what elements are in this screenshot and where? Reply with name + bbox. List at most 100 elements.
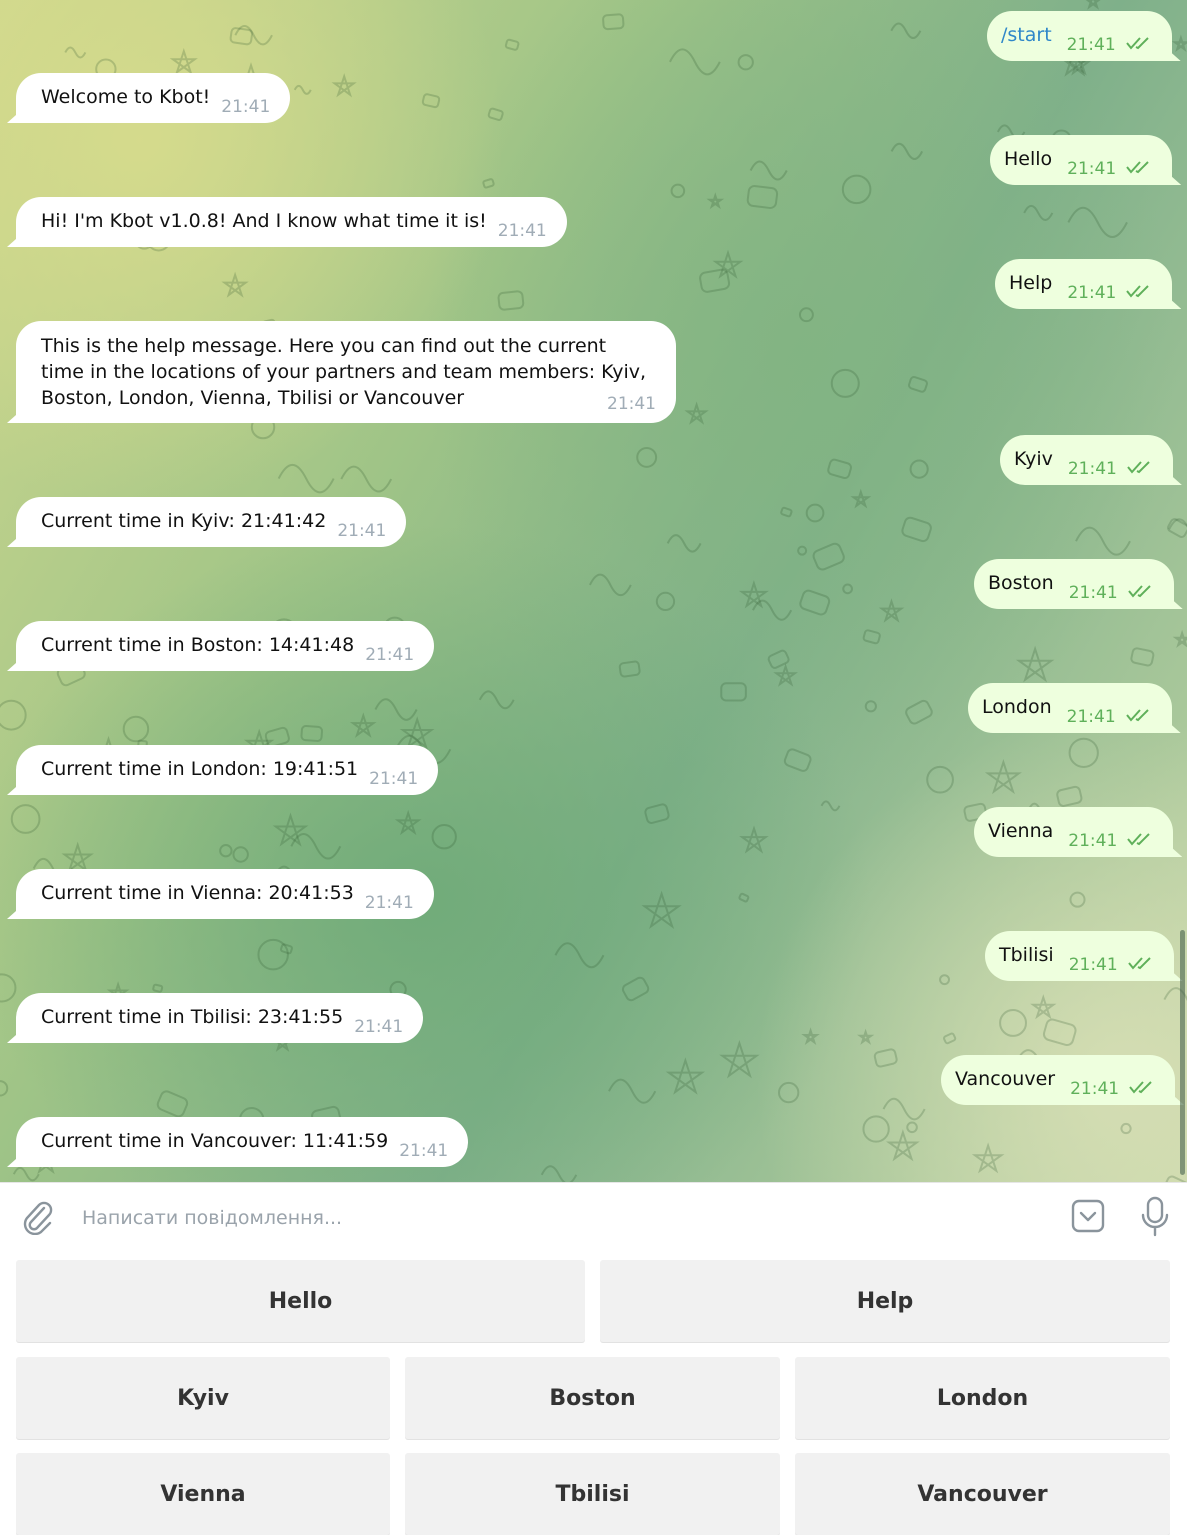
wallpaper-doodle [670, 183, 686, 199]
incoming-message[interactable]: Current time in London: 19:41:51 21:41 [16, 745, 439, 795]
wallpaper-doodle [873, 1048, 898, 1068]
wallpaper-doodle [857, 1028, 875, 1045]
double-check-icon [1129, 1081, 1152, 1094]
message-text: Hi! I'm Kbot v1.0.8! And I know what tim… [41, 210, 487, 232]
message-time: 21:41 [497, 221, 547, 241]
wallpaper-doodle [738, 892, 750, 903]
wallpaper-doodle [830, 368, 860, 398]
wallpaper-doodle [906, 1121, 918, 1134]
wallpaper-doodle [926, 765, 954, 794]
outgoing-message[interactable]: Help 21:41 [995, 259, 1173, 309]
outgoing-message[interactable]: Boston 21:41 [974, 559, 1174, 609]
keyboard-button-tbilisi[interactable]: Tbilisi [405, 1453, 780, 1535]
message-text: Current time in Vienna: 20:41:53 [41, 882, 354, 904]
wallpaper-doodle [504, 38, 520, 51]
wallpaper-doodle [890, 142, 924, 160]
keyboard-button-kyiv[interactable]: Kyiv [16, 1357, 390, 1439]
chat-scrollbar[interactable] [1180, 930, 1185, 1175]
incoming-message[interactable]: This is the help message. Here you can f… [16, 321, 676, 423]
wallpaper-doodle [421, 93, 441, 109]
incoming-message[interactable]: Current time in Tbilisi: 23:41:55 21:41 [16, 993, 424, 1043]
wallpaper-doodle [1130, 647, 1155, 667]
message-input[interactable] [80, 1203, 984, 1233]
wallpaper-doodle [1030, 994, 1057, 1020]
outgoing-message[interactable]: Hello 21:41 [990, 135, 1173, 185]
message-text: This is the help message. Here you can f… [41, 335, 647, 409]
wallpaper-doodle [64, 46, 87, 59]
message-text: London [982, 696, 1052, 718]
wallpaper-doodle [905, 699, 933, 725]
incoming-message[interactable]: Current time in Vienna: 20:41:53 21:41 [16, 869, 434, 919]
wallpaper-doodle [1068, 737, 1099, 768]
message-time: 21:41 [607, 394, 656, 414]
double-check-icon [1127, 585, 1151, 598]
wallpaper-doodle [331, 73, 357, 98]
incoming-message[interactable]: Hi! I'm Kbot v1.0.8! And I know what tim… [16, 197, 567, 247]
wallpaper-doodle [746, 185, 779, 209]
wallpaper-doodle [719, 1039, 760, 1079]
wallpaper-doodle [798, 307, 814, 323]
wallpaper-doodle [684, 401, 709, 425]
wallpaper-doodle [478, 690, 515, 710]
wallpaper-doodle [971, 1142, 1005, 1174]
incoming-message[interactable]: Current time in Vancouver: 11:41:59 21:4… [16, 1117, 469, 1167]
incoming-message[interactable]: Welcome to Kbot! 21:41 [16, 73, 291, 123]
wallpaper-doodle [1075, 526, 1131, 556]
wallpaper-doodle [293, 84, 312, 95]
wallpaper-doodle [799, 589, 831, 616]
chat-area[interactable]: /start 21:41 Hello 21:41 Help 21:41 Kyiv… [0, 0, 1187, 1182]
outgoing-message[interactable]: Vancouver 21:41 [941, 1055, 1176, 1105]
wallpaper-doodle [827, 458, 853, 480]
message-time: 21:41 [1067, 159, 1117, 179]
wallpaper-doodle [812, 542, 845, 571]
incoming-message[interactable]: Current time in Kyiv: 21:41:42 21:41 [16, 497, 407, 547]
wallpaper-doodle [487, 107, 504, 121]
message-time: 21:41 [221, 97, 271, 117]
outgoing-message[interactable]: London 21:41 [968, 683, 1172, 733]
keyboard-button-boston[interactable]: Boston [405, 1357, 780, 1439]
message-text: Hello [1004, 148, 1053, 170]
message-time: 21:41 [1066, 35, 1116, 55]
wallpaper-doodle [841, 174, 872, 205]
paperclip-icon[interactable] [20, 1199, 54, 1235]
microphone-icon[interactable] [1138, 1195, 1172, 1237]
keyboard-button-vienna[interactable]: Vienna [16, 1453, 390, 1535]
keyboard-button-london[interactable]: London [795, 1357, 1170, 1439]
outgoing-message[interactable]: /start 21:41 [987, 11, 1172, 61]
wallpaper-doodle [602, 13, 625, 31]
wallpaper-doodle [939, 974, 950, 986]
wallpaper-doodle [589, 573, 632, 597]
wallpaper-doodle [908, 376, 928, 393]
message-time: 21:41 [399, 1141, 449, 1161]
outgoing-message[interactable]: Vienna 21:41 [974, 807, 1174, 857]
wallpaper-doodle [608, 1078, 657, 1104]
wallpaper-doodle [943, 1032, 957, 1045]
wallpaper-doodle [909, 459, 929, 479]
wallpaper-doodle [0, 973, 17, 1003]
double-check-icon [1127, 461, 1150, 474]
wallpaper-doodle [1042, 1018, 1077, 1047]
wallpaper-doodle [890, 22, 922, 40]
wallpaper-doodle [10, 804, 41, 834]
keyboard-toggle-icon[interactable] [1070, 1198, 1106, 1234]
incoming-message[interactable]: Current time in Boston: 14:41:48 21:41 [16, 621, 435, 671]
message-time: 21:41 [1066, 707, 1116, 727]
wallpaper-doodle [497, 290, 525, 311]
command-link[interactable]: /start [1001, 24, 1052, 46]
wallpaper-doodle [797, 545, 808, 556]
keyboard-button-hello[interactable]: Hello [16, 1260, 585, 1342]
keyboard-button-help[interactable]: Help [600, 1260, 1170, 1342]
wallpaper-doodle [277, 463, 335, 494]
wallpaper-doodle [805, 503, 825, 523]
wallpaper-doodle [221, 271, 249, 298]
message-text: Current time in Kyiv: 21:41:42 [41, 510, 327, 532]
double-check-icon [1127, 833, 1150, 846]
outgoing-message[interactable]: Tbilisi 21:41 [985, 931, 1174, 981]
keyboard-button-vancouver[interactable]: Vancouver [795, 1453, 1170, 1535]
wallpaper-doodle [219, 843, 233, 858]
wallpaper-doodle [540, 1165, 578, 1182]
wallpaper-doodle [878, 598, 905, 623]
wallpaper-doodle [706, 192, 725, 210]
outgoing-message[interactable]: Kyiv 21:41 [1000, 435, 1173, 485]
wallpaper-doodle [0, 1080, 9, 1097]
